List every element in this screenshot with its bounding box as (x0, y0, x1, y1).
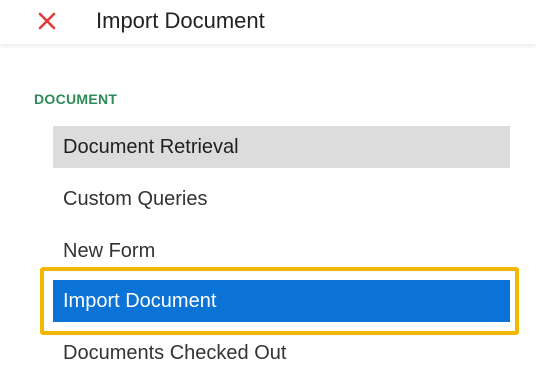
menu-item-new-form[interactable]: New Form (53, 230, 510, 272)
document-menu: Document Retrieval Custom Queries New Fo… (0, 0, 536, 368)
menu-item-documents-checked-out[interactable]: Documents Checked Out (53, 332, 510, 368)
navigation-panel: Import Document DOCUMENT Document Retrie… (0, 0, 536, 368)
menu-item-custom-queries[interactable]: Custom Queries (53, 178, 510, 220)
menu-item-document-retrieval[interactable]: Document Retrieval (53, 126, 510, 168)
menu-item-import-document[interactable]: Import Document (53, 280, 510, 322)
